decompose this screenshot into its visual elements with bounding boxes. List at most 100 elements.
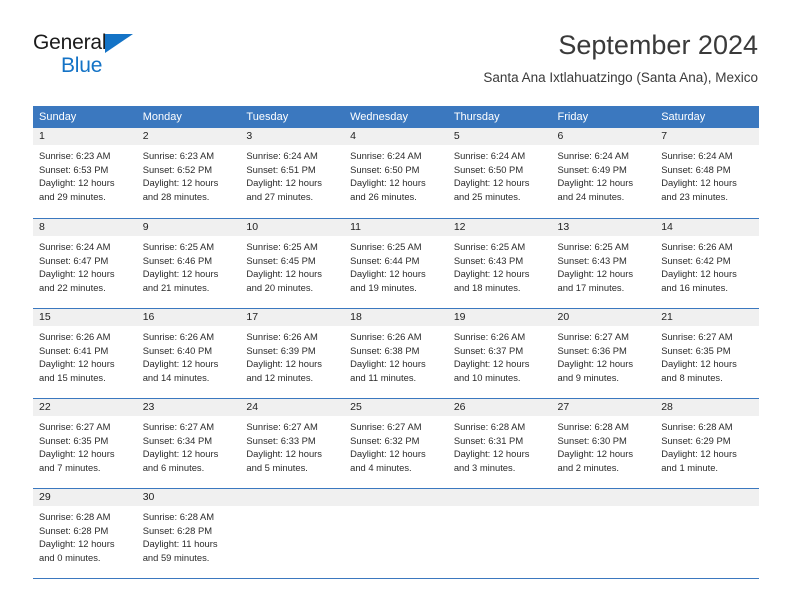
daylight-text-line2: and 17 minutes. <box>557 281 625 293</box>
day-details: Sunrise: 6:27 AM Sunset: 6:35 PM Daylight:… <box>655 326 759 384</box>
day-details: Sunrise: 6:24 AM Sunset: 6:51 PM Daylight:… <box>240 145 344 203</box>
day-cell[interactable]: 4 Sunrise: 6:24 AM Sunset: 6:50 PM Daylight… <box>344 128 448 218</box>
day-cell[interactable]: 22 Sunrise: 6:27 AM Sunset: 6:35 PM Dayligh… <box>33 398 137 488</box>
calendar-cell: 15 Sunrise: 6:26 AM Sunset: 6:41 PM Dayligh… <box>33 308 137 398</box>
day-cell[interactable]: 21 Sunrise: 6:27 AM Sunset: 6:35 PM Dayligh… <box>655 308 759 398</box>
sunrise-text: Sunrise: 6:25 AM <box>453 241 526 252</box>
day-cell-empty <box>551 488 656 578</box>
day-cell[interactable]: 29 Sunrise: 6:28 AM Sunset: 6:28 PM Dayligh… <box>33 488 137 578</box>
sunrise-text: Sunrise: 6:24 AM <box>453 150 526 161</box>
day-cell[interactable]: 13 Sunrise: 6:25 AM Sunset: 6:43 PM Dayligh… <box>551 218 656 308</box>
day-cell[interactable]: 30 Sunrise: 6:28 AM Sunset: 6:28 PM Dayligh… <box>136 488 241 578</box>
day-number: 3 <box>240 128 345 145</box>
sunrise-text: Sunrise: 6:26 AM <box>39 331 111 342</box>
brand-logo[interactable]: General Blue <box>33 32 163 84</box>
sunset-text: Sunset: 6:49 PM <box>557 163 627 175</box>
sunrise-text: Sunrise: 6:27 AM <box>350 421 422 432</box>
day-details: Sunrise: 6:26 AM Sunset: 6:40 PM Daylight:… <box>137 326 241 384</box>
sunrise-text: Sunrise: 6:27 AM <box>142 421 215 432</box>
daylight-text-line2: and 27 minutes. <box>246 190 314 202</box>
sunset-text: Sunset: 6:50 PM <box>453 163 524 175</box>
calendar-cell: 1 Sunrise: 6:23 AM Sunset: 6:53 PM Daylight… <box>33 128 137 218</box>
day-number: 27 <box>551 399 656 416</box>
daylight-text-line2: and 19 minutes. <box>350 281 417 293</box>
day-cell-empty <box>240 488 345 578</box>
weekday-header-row: Sunday Monday Tuesday Wednesday Thursday… <box>33 106 759 128</box>
day-cell[interactable]: 26 Sunrise: 6:28 AM Sunset: 6:31 PM Dayligh… <box>447 398 552 488</box>
day-cell[interactable]: 23 Sunrise: 6:27 AM Sunset: 6:34 PM Dayligh… <box>136 398 241 488</box>
day-number <box>344 489 448 506</box>
daylight-text-line2: and 12 minutes. <box>246 371 314 383</box>
daylight-text-line1: Daylight: 12 hours <box>661 448 737 460</box>
page-header: General Blue September 2024 Santa Ana Ix… <box>33 28 758 96</box>
day-cell[interactable]: 16 Sunrise: 6:26 AM Sunset: 6:40 PM Dayligh… <box>136 308 241 398</box>
day-cell[interactable]: 27 Sunrise: 6:28 AM Sunset: 6:30 PM Dayligh… <box>551 398 656 488</box>
day-cell[interactable]: 3 Sunrise: 6:24 AM Sunset: 6:51 PM Daylight… <box>240 128 345 218</box>
day-cell[interactable]: 6 Sunrise: 6:24 AM Sunset: 6:49 PM Daylight… <box>551 128 656 218</box>
daylight-text-line1: Daylight: 12 hours <box>142 177 219 189</box>
day-cell[interactable]: 14 Sunrise: 6:26 AM Sunset: 6:42 PM Dayligh… <box>655 218 759 308</box>
day-cell[interactable]: 5 Sunrise: 6:24 AM Sunset: 6:50 PM Daylight… <box>447 128 552 218</box>
calendar-cell: 14 Sunrise: 6:26 AM Sunset: 6:42 PM Dayligh… <box>655 218 759 308</box>
sunset-text: Sunset: 6:51 PM <box>246 163 316 175</box>
day-cell[interactable]: 18 Sunrise: 6:26 AM Sunset: 6:38 PM Dayligh… <box>344 308 448 398</box>
day-details: Sunrise: 6:25 AM Sunset: 6:44 PM Daylight:… <box>344 236 448 294</box>
calendar-cell: 21 Sunrise: 6:27 AM Sunset: 6:35 PM Dayligh… <box>655 308 759 398</box>
day-details: Sunrise: 6:27 AM Sunset: 6:34 PM Daylight:… <box>137 416 241 474</box>
day-cell[interactable]: 2 Sunrise: 6:23 AM Sunset: 6:52 PM Daylight… <box>136 128 241 218</box>
daylight-text-line2: and 22 minutes. <box>39 281 106 293</box>
sunset-text: Sunset: 6:44 PM <box>350 254 420 266</box>
calendar-cell: 20 Sunrise: 6:27 AM Sunset: 6:36 PM Dayligh… <box>551 308 656 398</box>
daylight-text-line1: Daylight: 12 hours <box>142 448 219 460</box>
daylight-text-line1: Daylight: 11 hours <box>142 538 218 550</box>
daylight-text-line1: Daylight: 12 hours <box>39 538 115 550</box>
sunset-text: Sunset: 6:30 PM <box>557 434 627 446</box>
sunrise-text: Sunrise: 6:24 AM <box>350 150 422 161</box>
weekday-header-monday: Monday <box>136 106 241 128</box>
day-cell[interactable]: 7 Sunrise: 6:24 AM Sunset: 6:48 PM Daylight… <box>655 128 759 218</box>
weekday-header-friday: Friday <box>551 106 656 128</box>
day-cell[interactable]: 1 Sunrise: 6:23 AM Sunset: 6:53 PM Daylight… <box>33 128 137 218</box>
daylight-text-line1: Daylight: 12 hours <box>557 177 634 189</box>
page-subtitle: Santa Ana Ixtlahuatzingo (Santa Ana), Me… <box>483 70 758 85</box>
day-details: Sunrise: 6:25 AM Sunset: 6:43 PM Daylight:… <box>448 236 552 294</box>
calendar-cell: 26 Sunrise: 6:28 AM Sunset: 6:31 PM Dayligh… <box>447 398 552 488</box>
day-details: Sunrise: 6:24 AM Sunset: 6:50 PM Daylight:… <box>344 145 448 203</box>
daylight-text-line2: and 3 minutes. <box>453 461 516 473</box>
day-cell[interactable]: 8 Sunrise: 6:24 AM Sunset: 6:47 PM Daylight… <box>33 218 137 308</box>
sunrise-text: Sunrise: 6:24 AM <box>246 150 318 161</box>
sunset-text: Sunset: 6:47 PM <box>39 254 109 266</box>
daylight-text-line2: and 21 minutes. <box>142 281 210 293</box>
day-number: 19 <box>447 309 552 326</box>
day-cell[interactable]: 12 Sunrise: 6:25 AM Sunset: 6:43 PM Dayligh… <box>447 218 552 308</box>
sunrise-text: Sunrise: 6:27 AM <box>246 421 318 432</box>
day-cell[interactable]: 10 Sunrise: 6:25 AM Sunset: 6:45 PM Dayligh… <box>240 218 345 308</box>
day-cell[interactable]: 25 Sunrise: 6:27 AM Sunset: 6:32 PM Dayligh… <box>344 398 448 488</box>
day-cell[interactable]: 11 Sunrise: 6:25 AM Sunset: 6:44 PM Dayligh… <box>344 218 448 308</box>
day-cell[interactable]: 15 Sunrise: 6:26 AM Sunset: 6:41 PM Dayligh… <box>33 308 137 398</box>
day-number: 30 <box>136 489 241 506</box>
calendar-cell: 23 Sunrise: 6:27 AM Sunset: 6:34 PM Dayligh… <box>136 398 241 488</box>
day-cell[interactable]: 9 Sunrise: 6:25 AM Sunset: 6:46 PM Daylight… <box>136 218 241 308</box>
daylight-text-line2: and 59 minutes. <box>142 551 210 563</box>
day-cell[interactable]: 24 Sunrise: 6:27 AM Sunset: 6:33 PM Dayligh… <box>240 398 345 488</box>
daylight-text-line2: and 8 minutes. <box>661 371 723 383</box>
calendar-cell: 28 Sunrise: 6:28 AM Sunset: 6:29 PM Dayligh… <box>655 398 759 488</box>
daylight-text-line2: and 4 minutes. <box>350 461 412 473</box>
sunrise-text: Sunrise: 6:23 AM <box>142 150 215 161</box>
calendar-cell: 17 Sunrise: 6:26 AM Sunset: 6:39 PM Dayligh… <box>240 308 345 398</box>
day-cell[interactable]: 28 Sunrise: 6:28 AM Sunset: 6:29 PM Dayligh… <box>655 398 759 488</box>
day-number: 23 <box>136 399 241 416</box>
day-number: 28 <box>655 399 759 416</box>
day-cell[interactable]: 17 Sunrise: 6:26 AM Sunset: 6:39 PM Dayligh… <box>240 308 345 398</box>
sunset-text: Sunset: 6:53 PM <box>39 163 109 175</box>
day-number: 10 <box>240 219 345 236</box>
day-number: 20 <box>551 309 656 326</box>
day-cell[interactable]: 19 Sunrise: 6:26 AM Sunset: 6:37 PM Dayligh… <box>447 308 552 398</box>
daylight-text-line1: Daylight: 12 hours <box>39 448 115 460</box>
day-number: 12 <box>447 219 552 236</box>
daylight-text-line1: Daylight: 12 hours <box>350 177 426 189</box>
sunrise-text: Sunrise: 6:23 AM <box>39 150 111 161</box>
sunset-text: Sunset: 6:43 PM <box>453 254 524 266</box>
day-cell[interactable]: 20 Sunrise: 6:27 AM Sunset: 6:36 PM Dayligh… <box>551 308 656 398</box>
